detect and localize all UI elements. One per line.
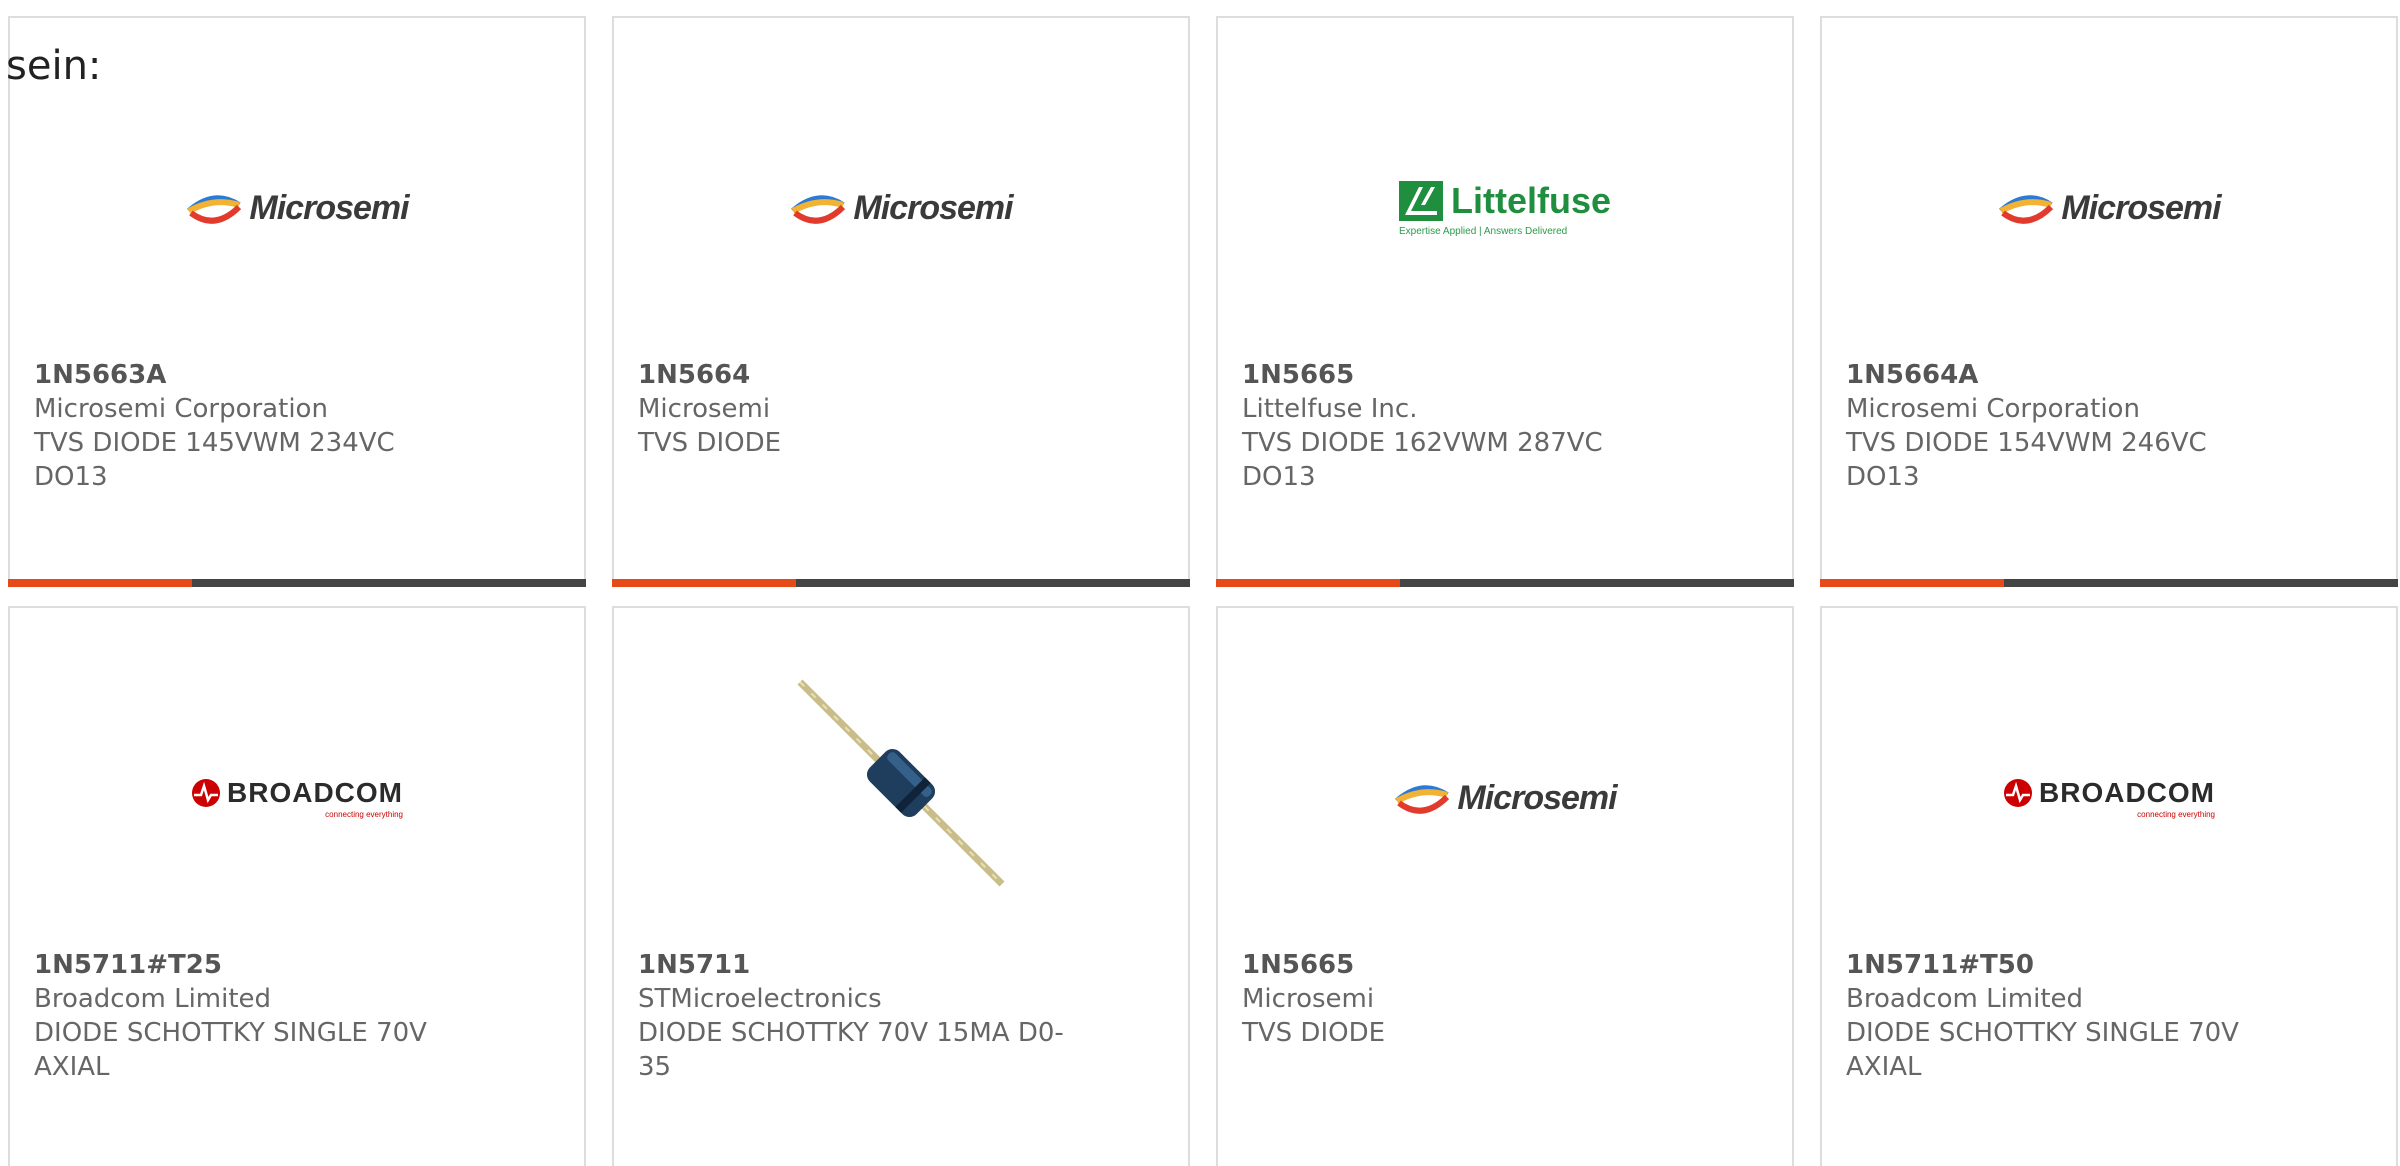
- microsemi-swirl-icon: [1395, 785, 1450, 814]
- intro-text: sein:: [6, 43, 102, 89]
- part-number[interactable]: 1N5663A: [34, 358, 464, 392]
- manufacturer-logo: BROADCOM connecting everything: [10, 728, 584, 868]
- product-card[interactable]: Microsemi 1N5663A Microsemi Corporation …: [8, 16, 586, 587]
- product-card[interactable]: Microsemi 1N5664A Microsemi Corporation …: [1820, 16, 2398, 587]
- description-line-2: AXIAL: [34, 1052, 110, 1082]
- part-number[interactable]: 1N5665: [1242, 948, 1672, 982]
- manufacturer-name: Broadcom Limited: [1846, 984, 2084, 1014]
- description-line-2: DO13: [1242, 462, 1316, 492]
- microsemi-swirl-icon: [1999, 195, 2054, 224]
- part-number[interactable]: 1N5711: [638, 948, 1068, 982]
- broadcom-pulse-icon: [192, 779, 220, 807]
- description-line-1: TVS DIODE: [1242, 1018, 1386, 1048]
- manufacturer-name: Broadcom Limited: [34, 984, 272, 1014]
- manufacturer-name: Littelfuse Inc.: [1242, 394, 1418, 424]
- description-line-2: DO13: [34, 462, 108, 492]
- manufacturer-name: STMicroelectronics: [638, 984, 882, 1014]
- product-card[interactable]: 1N5711 STMicroelectronics DIODE SCHOTTKY…: [612, 606, 1190, 1166]
- part-number[interactable]: 1N5664A: [1846, 358, 2276, 392]
- axial-diode-photo-icon: [797, 679, 1005, 887]
- description-line-1: DIODE SCHOTTKY SINGLE 70V: [34, 1018, 427, 1048]
- manufacturer-name: Microsemi Corporation: [34, 394, 328, 424]
- microsemi-swirl-icon: [791, 195, 846, 224]
- manufacturer-name: Microsemi Corporation: [1846, 394, 2140, 424]
- product-card[interactable]: BROADCOM connecting everything 1N5711#T5…: [1820, 606, 2398, 1166]
- card-bottom-bar: [8, 579, 586, 587]
- manufacturer-logo: Microsemi: [614, 138, 1188, 278]
- broadcom-pulse-icon: [2004, 779, 2032, 807]
- card-bottom-bar: [1820, 579, 2398, 587]
- manufacturer-name: Microsemi: [1242, 984, 1375, 1014]
- description-line-2: AXIAL: [1846, 1052, 1922, 1082]
- part-number[interactable]: 1N5664: [638, 358, 1068, 392]
- card-bottom-bar: [612, 579, 1190, 587]
- card-bottom-bar: [1216, 579, 1794, 587]
- manufacturer-logo: BROADCOM connecting everything: [1822, 728, 2396, 868]
- littelfuse-mark-icon: [1398, 180, 1443, 221]
- part-number[interactable]: 1N5711#T25: [34, 948, 464, 982]
- manufacturer-logo: Microsemi: [1822, 138, 2396, 278]
- manufacturer-logo: Littelfuse Expertise Applied | Answers D…: [1398, 179, 1611, 237]
- description-line-2: 35: [638, 1052, 672, 1082]
- description-line-1: DIODE SCHOTTKY 70V 15MA D0-: [638, 1018, 1064, 1048]
- product-card[interactable]: Microsemi 1N5665 Microsemi TVS DIODE: [1216, 606, 1794, 1166]
- description-line-1: TVS DIODE 154VWM 246VC: [1846, 428, 2207, 458]
- manufacturer-logo: Microsemi: [10, 138, 584, 278]
- product-card[interactable]: BROADCOM connecting everything 1N5711#T2…: [8, 606, 586, 1166]
- product-card[interactable]: Littelfuse Expertise Applied | Answers D…: [1216, 16, 1794, 587]
- description-line-1: DIODE SCHOTTKY SINGLE 70V: [1846, 1018, 2239, 1048]
- description-line-1: TVS DIODE 162VWM 287VC: [1242, 428, 1603, 458]
- part-number[interactable]: 1N5711#T50: [1846, 948, 2276, 982]
- manufacturer-logo: Microsemi: [1218, 728, 1792, 868]
- microsemi-swirl-icon: [187, 195, 242, 224]
- manufacturer-name: Microsemi: [638, 394, 771, 424]
- product-image: [614, 678, 1188, 888]
- description-line-1: TVS DIODE: [638, 428, 782, 458]
- description-line-2: DO13: [1846, 462, 1920, 492]
- part-number[interactable]: 1N5665: [1242, 358, 1672, 392]
- description-line-1: TVS DIODE 145VWM 234VC: [34, 428, 395, 458]
- product-card[interactable]: Microsemi 1N5664 Microsemi TVS DIODE: [612, 16, 1190, 587]
